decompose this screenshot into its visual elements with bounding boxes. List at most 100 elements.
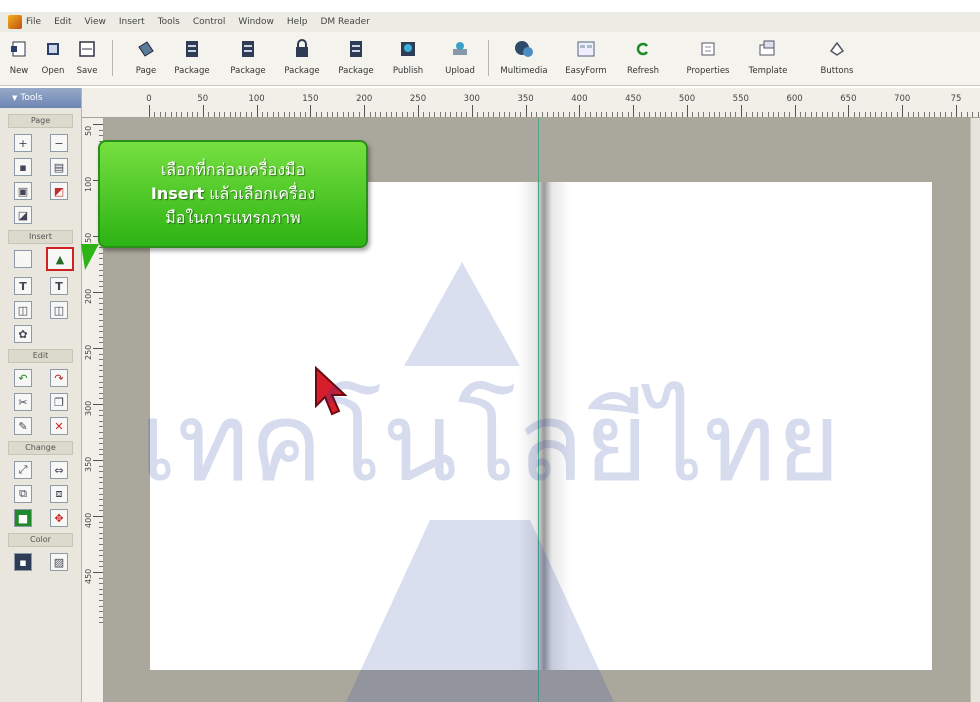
save-button[interactable]: Save [72, 32, 102, 86]
ruler-minor-tick [961, 112, 963, 117]
ruler-minor-tick [358, 112, 360, 117]
rotate-icon[interactable]: ✥ [50, 509, 68, 527]
ruler-minor-tick [99, 426, 103, 428]
ruler-minor-tick [99, 588, 103, 590]
package-button-3[interactable]: Package [280, 32, 324, 86]
menu-insert[interactable]: Insert [119, 17, 145, 27]
page-properties-icon[interactable]: ◪ [14, 206, 32, 224]
package-button-1[interactable]: Package [170, 32, 214, 86]
redo-icon[interactable]: ↷ [50, 369, 68, 387]
ruler-minor-tick [584, 112, 586, 117]
ruler-tick-label: 200 [356, 94, 373, 104]
page-button[interactable]: Page [126, 32, 166, 86]
open-button[interactable]: Open [38, 32, 68, 86]
menu-dm-reader[interactable]: DM Reader [320, 17, 369, 27]
ruler-minor-tick [99, 594, 103, 596]
undo-icon[interactable]: ↶ [14, 369, 32, 387]
ruler-minor-tick [99, 258, 103, 260]
buttons-button[interactable]: Buttons [812, 32, 862, 86]
menu-file[interactable]: File [26, 17, 41, 27]
ruler-minor-tick [789, 112, 791, 117]
ruler-minor-tick [805, 112, 807, 117]
insert-special-icon[interactable]: ✿ [14, 325, 32, 343]
menu-help[interactable]: Help [287, 17, 308, 27]
insert-text-vertical-icon[interactable]: T [50, 277, 68, 295]
ruler-minor-tick [896, 112, 898, 117]
ruler-minor-tick [590, 112, 592, 117]
paste-icon[interactable]: ✎ [14, 417, 32, 435]
ruler-minor-tick [326, 112, 328, 117]
package-button-4[interactable]: Package [334, 32, 378, 86]
menu-view[interactable]: View [85, 17, 106, 27]
page-link-icon[interactable]: ◩ [50, 182, 68, 200]
order-icon[interactable]: ⧈ [50, 485, 68, 503]
ruler-minor-tick [99, 471, 103, 473]
left-page[interactable] [150, 182, 542, 670]
delete-icon[interactable]: ✕ [50, 417, 68, 435]
foreground-color-icon[interactable]: ▪ [14, 553, 32, 571]
ruler-major-tick [149, 105, 150, 117]
ruler-major-tick [902, 105, 904, 117]
ruler-minor-tick [99, 448, 103, 450]
insert-page-icon[interactable]: ▪ [14, 158, 32, 176]
ruler-minor-tick [99, 135, 103, 137]
ruler-minor-tick [99, 432, 103, 433]
ruler-major-tick [418, 105, 419, 117]
add-page-icon[interactable]: + [14, 134, 32, 152]
page-image-icon[interactable]: ▣ [14, 182, 32, 200]
menu-control[interactable]: Control [193, 17, 226, 27]
ruler-minor-tick [99, 454, 103, 456]
ruler-minor-tick [407, 112, 409, 117]
refresh-button[interactable]: Refresh [620, 32, 666, 86]
easyform-button[interactable]: EasyForm [560, 32, 612, 86]
ruler-minor-tick [99, 482, 103, 484]
ruler-minor-tick [99, 364, 103, 366]
tools-panel-header[interactable]: ▼ Tools [0, 88, 81, 108]
remove-page-icon[interactable]: − [50, 134, 68, 152]
ruler-minor-tick [912, 112, 914, 117]
fill-icon[interactable]: ■ [14, 509, 32, 527]
publish-button[interactable]: Publish [388, 32, 428, 86]
multimedia-button[interactable]: Multimedia [496, 32, 552, 86]
ruler-minor-tick [192, 112, 194, 117]
ruler-major-tick [848, 105, 850, 117]
ruler-minor-tick [923, 112, 925, 117]
cut-icon[interactable]: ✂ [14, 393, 32, 411]
toolbar-separator [488, 40, 489, 76]
menu-tools[interactable]: Tools [158, 17, 180, 27]
copy-icon[interactable]: ❐ [50, 393, 68, 411]
ruler-minor-tick [99, 532, 103, 534]
insert-shape-right-icon[interactable]: ◫ [50, 301, 68, 319]
insert-box-icon[interactable] [14, 250, 32, 268]
menu-window[interactable]: Window [238, 17, 274, 27]
background-color-icon[interactable]: ▨ [50, 553, 68, 571]
insert-text-icon[interactable]: T [14, 277, 32, 295]
ruler-tick-label: 50 [197, 94, 209, 104]
app-icon [8, 15, 22, 29]
new-button[interactable]: New [4, 32, 34, 86]
ruler-minor-tick [875, 112, 877, 117]
package-button-2[interactable]: Package [226, 32, 270, 86]
menu-edit[interactable]: Edit [54, 17, 71, 27]
ruler-minor-tick [643, 112, 645, 117]
vertical-scrollbar[interactable] [970, 118, 980, 702]
ruler-minor-tick [541, 112, 543, 117]
ruler-major-tick [93, 516, 103, 517]
open-folder-icon [42, 38, 64, 60]
ruler-minor-tick [99, 544, 103, 545]
template-button[interactable]: Template [740, 32, 796, 86]
ruler-minor-tick [972, 112, 974, 117]
upload-button[interactable]: Upload [440, 32, 480, 86]
align-icon[interactable]: ⧉ [14, 485, 32, 503]
ruler-minor-tick [713, 112, 715, 117]
move-icon[interactable]: ⇔ [50, 461, 68, 479]
resize-icon[interactable]: ⤢ [14, 461, 32, 479]
right-page[interactable] [540, 182, 932, 670]
ruler-minor-tick [810, 112, 812, 117]
ruler-minor-tick [99, 538, 103, 540]
ruler-minor-tick [826, 112, 828, 117]
insert-shape-left-icon[interactable]: ◫ [14, 301, 32, 319]
page-settings-icon[interactable]: ▤ [50, 158, 68, 176]
ruler-minor-tick [493, 112, 495, 117]
properties-button[interactable]: Properties [678, 32, 738, 86]
